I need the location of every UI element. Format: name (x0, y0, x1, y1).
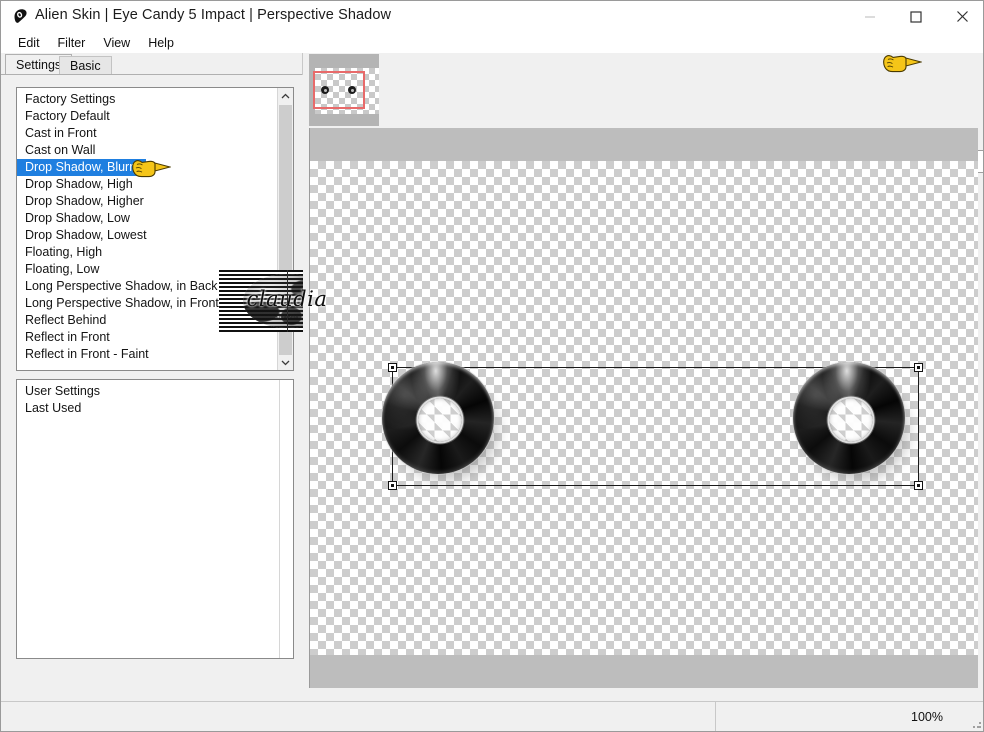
close-button[interactable] (939, 1, 983, 32)
watermark-crosshair (287, 270, 288, 332)
alienskin-icon (11, 7, 29, 25)
navigator-thumbnail[interactable] (309, 54, 379, 126)
selection-handle-bottom-left[interactable] (388, 481, 397, 490)
list-item[interactable]: Drop Shadow, Low (17, 210, 277, 227)
user-settings-rows: User Settings Last Used (17, 380, 279, 658)
window-title: Alien Skin | Eye Candy 5 Impact | Perspe… (35, 7, 392, 23)
disc-image-right[interactable] (793, 362, 913, 484)
selection-handle-bottom-right[interactable] (914, 481, 923, 490)
minimize-button[interactable] (847, 1, 893, 32)
menu-filter[interactable]: Filter (49, 35, 95, 51)
menu-help[interactable]: Help (139, 35, 183, 51)
zoom-level: 100% (715, 702, 965, 731)
hand-pointer-ok (880, 51, 923, 82)
maximize-button[interactable] (893, 1, 939, 32)
list-item[interactable]: Factory Default (17, 108, 277, 125)
disc-center-hole (418, 398, 462, 442)
list-item-selected[interactable]: Drop Shadow, Blurry (17, 159, 146, 176)
list-item[interactable]: Floating, High (17, 244, 277, 261)
navigator-disc-dot (321, 86, 329, 94)
tab-strip: Settings Basic (1, 53, 303, 75)
list-item[interactable]: Drop Shadow, Higher (17, 193, 277, 210)
hand-pointer-presets (129, 156, 172, 187)
preview-canvas[interactable] (309, 128, 978, 688)
menu-view[interactable]: View (94, 35, 139, 51)
list-group-user-settings: User Settings (25, 384, 101, 398)
list-item[interactable]: Reflect in Front - Faint (17, 346, 277, 363)
disc-image-left[interactable] (382, 362, 502, 484)
status-message (15, 702, 715, 731)
list-item[interactable]: Drop Shadow, Lowest (17, 227, 277, 244)
list-group-factory-settings: Factory Settings (25, 92, 116, 106)
list-item[interactable]: Last Used (17, 400, 279, 417)
status-bar: 100% (1, 701, 983, 731)
navigator-disc-dot (348, 86, 356, 94)
window-controls (847, 1, 983, 32)
menu-edit[interactable]: Edit (9, 35, 49, 51)
tab-basic[interactable]: Basic (59, 56, 112, 75)
chevron-down-icon[interactable] (278, 354, 293, 370)
title-bar: Alien Skin | Eye Candy 5 Impact | Perspe… (1, 1, 983, 32)
chevron-up-icon[interactable] (278, 88, 293, 104)
disc-center-hole (829, 398, 873, 442)
user-settings-scrollbar[interactable] (279, 380, 293, 658)
resize-grip-icon[interactable] (972, 719, 982, 729)
selection-handle-top-right[interactable] (914, 363, 923, 372)
user-settings-list[interactable]: User Settings Last Used (16, 379, 294, 659)
application-window: Alien Skin | Eye Candy 5 Impact | Perspe… (0, 0, 984, 732)
menu-bar: Edit Filter View Help (1, 32, 983, 53)
list-item[interactable]: Cast in Front (17, 125, 277, 142)
